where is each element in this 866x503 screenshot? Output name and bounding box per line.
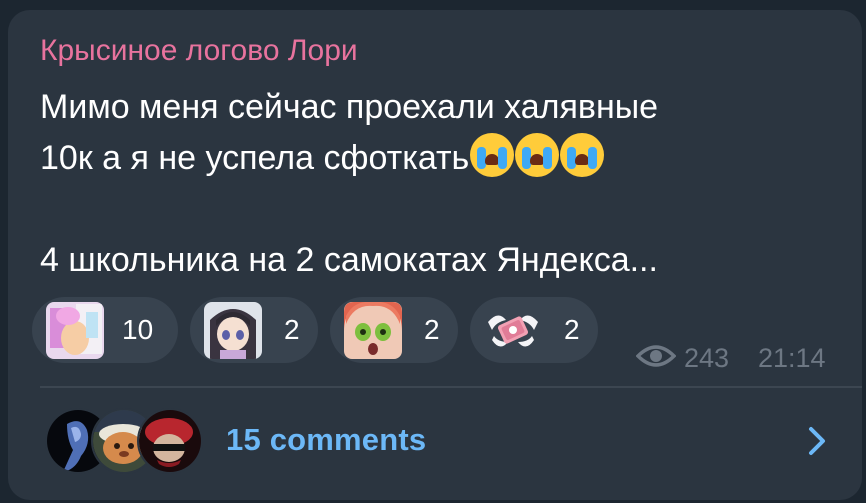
avatar (137, 408, 203, 474)
view-count: 243 (684, 343, 730, 373)
divider (40, 386, 862, 388)
crying-face-emoji-icon (560, 133, 605, 177)
reaction-count: 2 (564, 314, 580, 345)
reaction-2[interactable]: 2 (190, 297, 318, 363)
message-text: Мимо меня сейчас проехали халявные 10к а… (40, 82, 840, 286)
message-line-2: 10к а я не успела сфоткать (40, 133, 840, 184)
reaction-count: 10 (122, 314, 154, 345)
channel-name[interactable]: Крысиное логово Лори (40, 34, 358, 68)
reaction-count: 2 (284, 314, 300, 345)
message-line-4: 4 школьника на 2 самокатах Яндекса... (40, 241, 658, 279)
anime-girl-shocked-sticker-icon (344, 302, 402, 359)
chevron-right-icon[interactable] (806, 425, 828, 457)
crying-face-emoji-icon (470, 133, 515, 177)
reaction-3[interactable]: 2 (330, 297, 458, 363)
commenter-avatars[interactable] (45, 408, 205, 474)
message-line-1: Мимо меня сейчас проехали халявные (40, 88, 659, 126)
winged-money-sticker-icon (484, 302, 542, 359)
reaction-count: 2 (424, 314, 440, 345)
message-time: 21:14 (758, 343, 826, 373)
reaction-1[interactable]: 10 (32, 297, 178, 363)
crying-face-emoji-icon (515, 133, 560, 177)
message-line-2-text: 10к а я не успела сфоткать (40, 139, 470, 177)
anime-sticker-pink-icon (46, 302, 104, 359)
reaction-4[interactable]: 2 (470, 297, 598, 363)
comments-link[interactable]: 15 comments (226, 422, 426, 458)
anime-girl-sticker-icon (204, 302, 262, 359)
eye-icon (636, 345, 676, 367)
